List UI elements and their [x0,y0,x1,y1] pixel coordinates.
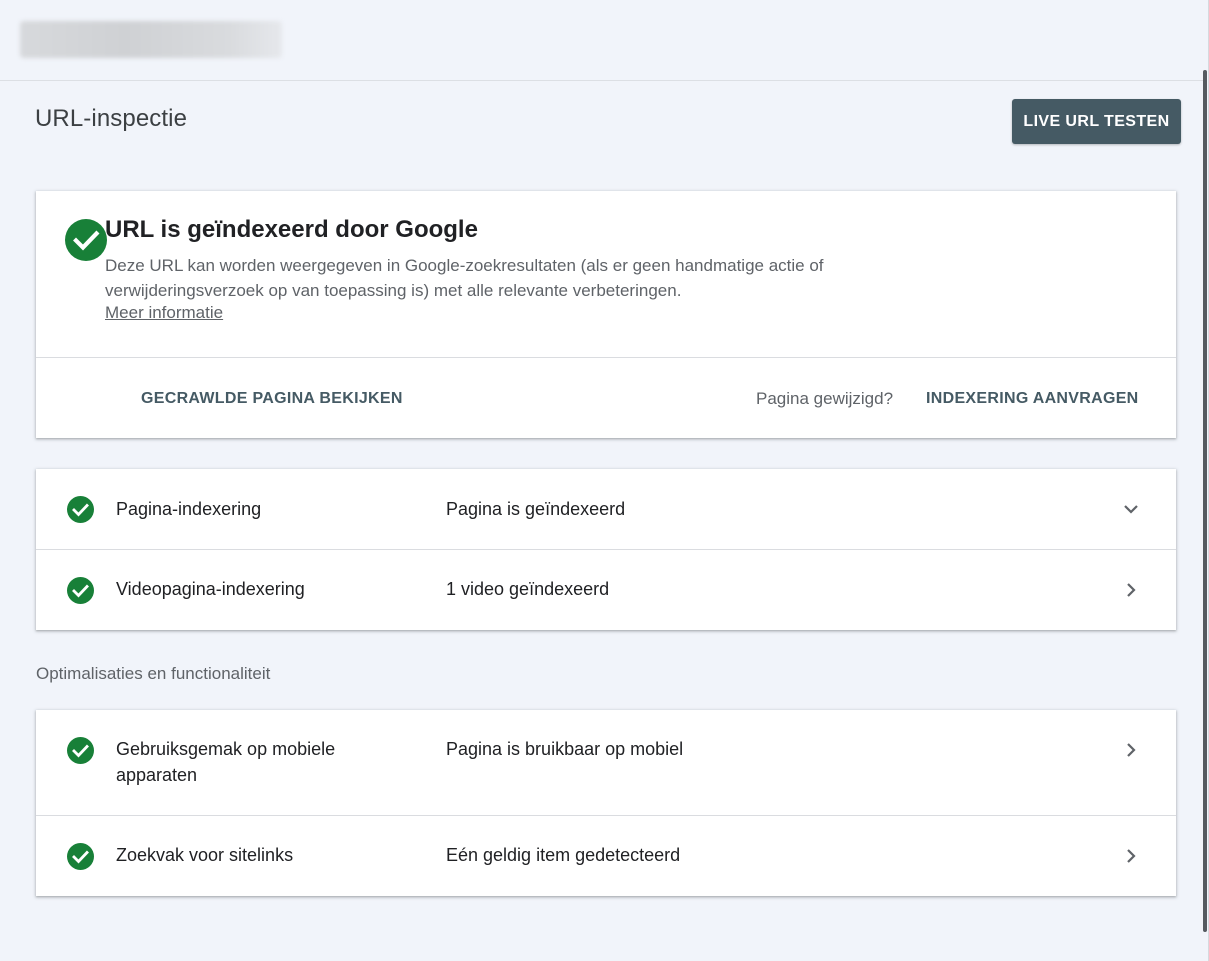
live-url-test-button[interactable]: LIVE URL TESTEN [1012,99,1181,144]
optimizations-card: Gebruiksgemak op mobiele apparaten Pagin… [36,710,1176,896]
indexing-card: Pagina-indexering Pagina is geïndexeerd … [36,469,1176,630]
more-info-link[interactable]: Meer informatie [105,303,223,323]
chevron-right-icon[interactable] [1120,579,1142,601]
scrollbar[interactable] [1203,70,1207,932]
card-divider [36,357,1176,358]
request-indexing-button[interactable]: INDEXERING AANVRAGEN [926,390,1139,408]
row-label: Pagina-indexering [116,499,262,519]
check-circle-icon [67,843,94,870]
indexing-row-video[interactable]: Videopagina-indexering 1 video geïndexee… [36,550,1176,630]
row-label: Zoekvak voor sitelinks [116,845,294,865]
row-value: 1 video geïndexeerd [446,579,610,599]
chevron-right-icon[interactable] [1120,739,1142,761]
status-description: Deze URL kan worden weergegeven in Googl… [105,256,824,300]
indexing-row-page[interactable]: Pagina-indexering Pagina is geïndexeerd [36,469,1176,549]
row-value: Eén geldig item gedetecteerd [446,845,681,865]
check-circle-icon [67,577,94,604]
row-value: Pagina is bruikbaar op mobiel [446,739,684,759]
status-heading: URL is geïndexeerd door Google [105,216,478,243]
view-crawled-page-button[interactable]: GECRAWLDE PAGINA BEKIJKEN [141,390,403,408]
row-label: Videopagina-indexering [116,579,305,599]
section-label-optimizations: Optimalisaties en functionaliteit [36,664,271,683]
chevron-right-icon[interactable] [1120,845,1142,867]
optimization-row-sitelinks[interactable]: Zoekvak voor sitelinks Eén geldig item g… [36,816,1176,896]
row-value: Pagina is geïndexeerd [446,499,626,519]
page-changed-label: Pagina gewijzigd? [756,389,894,408]
app-window: URL-inspectie LIVE URL TESTEN URL is geï… [0,0,1209,961]
optimization-row-mobile[interactable]: Gebruiksgemak op mobiele apparaten Pagin… [36,710,1176,815]
row-label: Gebruiksgemak op mobiele apparaten [116,739,336,785]
check-circle-icon [67,737,94,764]
chevron-down-icon[interactable] [1120,498,1142,520]
top-bar [0,0,1203,81]
check-circle-icon [67,496,94,523]
page-title: URL-inspectie [35,105,188,132]
blurred-property-name [20,21,282,58]
check-circle-icon [65,219,107,261]
